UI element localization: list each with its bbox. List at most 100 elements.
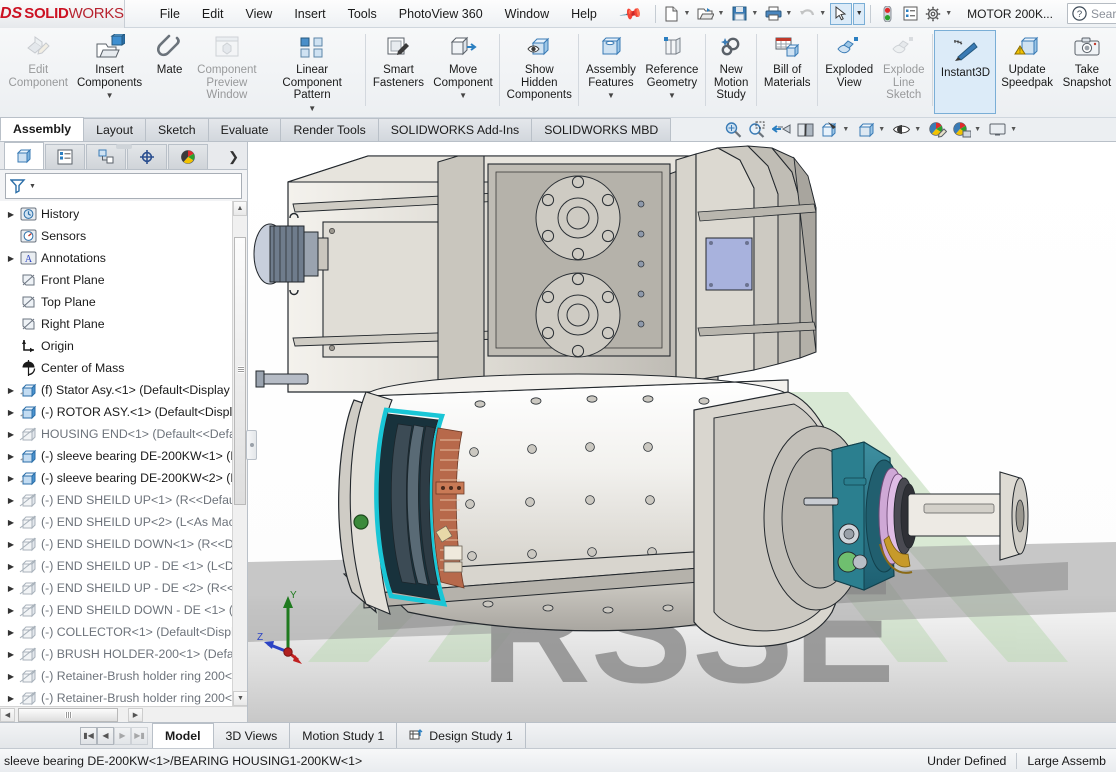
feature-tree-item[interactable]: ▶ (-) sleeve bearing DE-200KW<2> (D xyxy=(0,467,247,489)
feature-tree-item[interactable]: ▶ (-) END SHEILD UP - DE <1> (L<Dis xyxy=(0,555,247,577)
tab-solidworks-mbd[interactable]: SOLIDWORKS MBD xyxy=(531,118,672,141)
open-document-icon[interactable] xyxy=(694,3,716,25)
menu-item-tools[interactable]: Tools xyxy=(337,3,388,25)
expand-panel-chevron-right-icon[interactable]: ❯ xyxy=(220,149,247,169)
previous-record-icon[interactable]: ◀ xyxy=(97,726,114,745)
chevron-down-icon[interactable]: ▼ xyxy=(914,126,921,133)
first-record-icon[interactable]: ▮◀ xyxy=(80,726,97,745)
tab-layout[interactable]: Layout xyxy=(83,118,147,141)
expand-arrow-icon[interactable]: ▶ xyxy=(4,694,18,703)
expand-arrow-icon[interactable]: ▶ xyxy=(4,452,18,461)
instant3d-button[interactable]: Instant3D xyxy=(934,30,997,114)
feature-tree-item[interactable]: Center of Mass xyxy=(0,357,247,379)
scroll-left-arrow-icon[interactable]: ◀ xyxy=(0,707,15,722)
view-orientation-icon[interactable] xyxy=(818,119,840,139)
expand-arrow-icon[interactable]: ▶ xyxy=(4,210,18,219)
menu-item-insert[interactable]: Insert xyxy=(283,3,336,25)
feature-tree-item[interactable]: ▶ (-) END SHEILD DOWN<1> (R<<D xyxy=(0,533,247,555)
display-manager-tab[interactable] xyxy=(168,144,208,169)
search-box[interactable]: ? Search SO xyxy=(1066,3,1116,24)
assembly-features-button[interactable]: Assembly Features ▼ xyxy=(581,28,640,116)
bottom-tab-3d-views[interactable]: 3D Views xyxy=(214,723,291,748)
undo-icon[interactable] xyxy=(796,3,818,25)
next-record-icon[interactable]: ▶ xyxy=(114,726,131,745)
edit-appearance-icon[interactable] xyxy=(926,119,948,139)
chevron-down-icon[interactable]: ▼ xyxy=(1010,126,1017,133)
bottom-tab-model[interactable]: Model xyxy=(152,723,214,748)
chevron-down-icon[interactable]: ▼ xyxy=(684,10,691,17)
chevron-down-icon[interactable]: ▼ xyxy=(819,10,826,17)
section-view-icon[interactable] xyxy=(794,119,816,139)
pin-icon[interactable]: 📌 xyxy=(618,1,644,27)
expand-arrow-icon[interactable]: ▶ xyxy=(4,672,18,681)
new-motion-study-button[interactable]: New Motion Study xyxy=(708,28,754,116)
expand-arrow-icon[interactable]: ▶ xyxy=(4,606,18,615)
feature-tree-item[interactable]: ▶ (-) ROTOR ASY.<1> (Default<Displ xyxy=(0,401,247,423)
feature-tree-item[interactable]: Front Plane xyxy=(0,269,247,291)
display-monitor-icon[interactable] xyxy=(986,119,1008,139)
panel-resize-handle[interactable] xyxy=(116,144,132,149)
chevron-down-icon[interactable]: ▼ xyxy=(607,91,615,100)
last-record-icon[interactable]: ▶▮ xyxy=(131,726,148,745)
expand-arrow-icon[interactable]: ▶ xyxy=(4,408,18,417)
chevron-down-icon[interactable]: ▼ xyxy=(945,10,952,17)
expand-arrow-icon[interactable]: ▶ xyxy=(4,540,18,549)
bottom-tab-motion-study-1[interactable]: Motion Study 1 xyxy=(290,723,398,748)
chevron-down-icon[interactable]: ▼ xyxy=(106,91,114,100)
tab-solidworks-add-ins[interactable]: SOLIDWORKS Add-Ins xyxy=(377,118,533,141)
zoom-to-fit-icon[interactable] xyxy=(722,119,744,139)
feature-tree-item[interactable]: ▶ (-) END SHEILD UP - DE <2> (R<<D xyxy=(0,577,247,599)
feature-tree-item[interactable]: ▶ History xyxy=(0,203,247,225)
print-icon[interactable] xyxy=(762,3,784,25)
feature-tree-item[interactable]: ▶ A Annotations xyxy=(0,247,247,269)
chevron-down-icon[interactable]: ▼ xyxy=(459,91,467,100)
insert-components-button[interactable]: Insert Components ▼ xyxy=(73,28,147,116)
feature-tree-item[interactable]: ▶ (-) Retainer-Brush holder ring 200< xyxy=(0,665,247,687)
feature-tree-item[interactable]: ▶ (-) COLLECTOR<1> (Default<Displ xyxy=(0,621,247,643)
component-preview-window-button[interactable]: Component Preview Window xyxy=(193,28,262,116)
chevron-down-icon[interactable]: ▼ xyxy=(785,10,792,17)
expand-arrow-icon[interactable]: ▶ xyxy=(4,254,18,263)
feature-tree-filter[interactable]: ▼ xyxy=(5,173,242,199)
zoom-to-area-icon[interactable] xyxy=(746,119,768,139)
select-dropdown-caret-icon[interactable]: ▼ xyxy=(853,2,866,25)
menu-item-edit[interactable]: Edit xyxy=(191,3,235,25)
chevron-down-icon[interactable]: ▼ xyxy=(717,10,724,17)
feature-tree-hscrollbar[interactable]: ◀ ▶ xyxy=(0,706,247,722)
move-component-button[interactable]: Move Component ▼ xyxy=(429,28,498,116)
previous-view-icon[interactable] xyxy=(770,119,792,139)
cad-model-render[interactable]: RSSE Y Z xyxy=(248,142,1116,722)
expand-arrow-icon[interactable]: ▶ xyxy=(4,386,18,395)
scroll-right-arrow-icon[interactable]: ▶ xyxy=(128,707,143,722)
property-manager-tab[interactable] xyxy=(45,144,85,169)
scroll-down-arrow-icon[interactable]: ▼ xyxy=(233,691,247,706)
feature-tree-item[interactable]: ▶ (-) BRUSH HOLDER-200<1> (Defau xyxy=(0,643,247,665)
scroll-up-arrow-icon[interactable]: ▲ xyxy=(233,201,247,216)
chevron-down-icon[interactable]: ▼ xyxy=(308,104,316,113)
feature-tree-item[interactable]: ▶ (-) sleeve bearing DE-200KW<1> (D xyxy=(0,445,247,467)
feature-tree-item[interactable]: ▶ (-) END SHEILD DOWN - DE <1> (R xyxy=(0,599,247,621)
tab-evaluate[interactable]: Evaluate xyxy=(207,118,282,141)
bottom-tab-design-study-1[interactable]: Design Study 1 xyxy=(397,723,526,748)
chevron-down-icon[interactable]: ▼ xyxy=(878,126,885,133)
chevron-down-icon[interactable]: ▼ xyxy=(974,126,981,133)
tab-sketch[interactable]: Sketch xyxy=(145,118,209,141)
feature-tree-item[interactable]: ▶ (-) END SHEILD UP<2> (L<As Mach xyxy=(0,511,247,533)
smart-fasteners-button[interactable]: Smart Fasteners xyxy=(368,28,429,116)
menu-item-file[interactable]: File xyxy=(149,3,191,25)
expand-arrow-icon[interactable]: ▶ xyxy=(4,650,18,659)
chevron-down-icon[interactable]: ▼ xyxy=(29,183,36,190)
feature-tree-item[interactable]: ▶ (-) Retainer-Brush holder ring 200< xyxy=(0,687,247,706)
hide-show-items-icon[interactable] xyxy=(890,119,912,139)
select-cursor-icon[interactable] xyxy=(830,2,853,25)
chevron-down-icon[interactable]: ▼ xyxy=(751,10,758,17)
feature-tree-item[interactable]: Top Plane xyxy=(0,291,247,313)
menu-item-help[interactable]: Help xyxy=(560,3,608,25)
apply-scene-icon[interactable] xyxy=(950,119,972,139)
edit-component-button[interactable]: Edit Component xyxy=(4,28,73,116)
search-input[interactable]: Search SO xyxy=(1091,7,1116,21)
feature-tree-item[interactable]: Right Plane xyxy=(0,313,247,335)
menu-item-view[interactable]: View xyxy=(234,3,283,25)
display-style-icon[interactable] xyxy=(854,119,876,139)
exploded-view-button[interactable]: Exploded View xyxy=(820,28,878,116)
